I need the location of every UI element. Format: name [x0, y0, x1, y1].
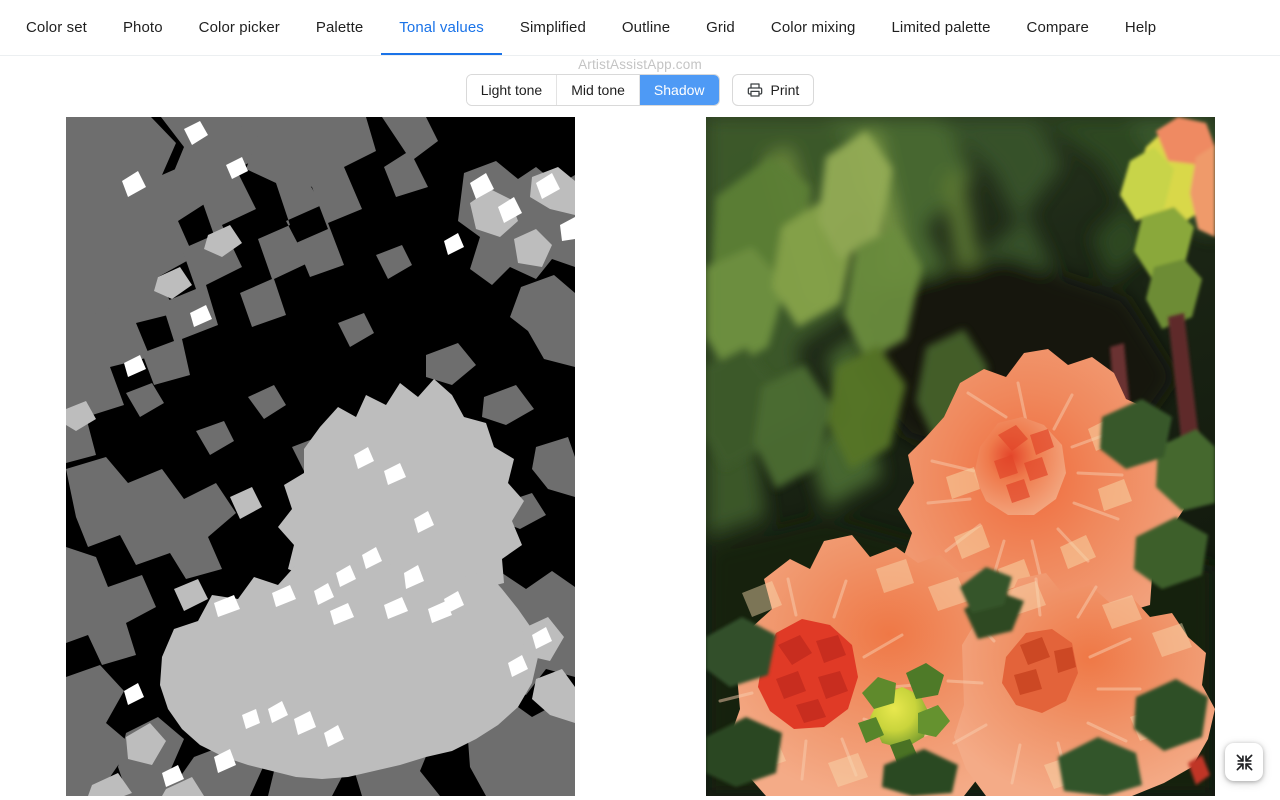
nav-tab-tonal-values[interactable]: Tonal values	[381, 0, 502, 55]
tone-segmented-control: Light tone Mid tone Shadow	[465, 74, 720, 106]
nav-tab-label: Help	[1124, 19, 1157, 36]
tone-button-light[interactable]: Light tone	[466, 75, 558, 105]
nav-tab-label: Compare	[1026, 19, 1089, 36]
nav-tab-label: Grid	[706, 19, 735, 36]
nav-tab-label: Color picker	[198, 19, 280, 36]
tone-button-mid[interactable]: Mid tone	[557, 75, 640, 105]
site-watermark: ArtistAssistApp.com	[578, 57, 702, 72]
print-button[interactable]: Print	[731, 74, 815, 106]
tonal-values-image	[65, 117, 575, 796]
nav-tab-palette[interactable]: Palette	[298, 0, 381, 55]
nav-tab-limited-palette[interactable]: Limited palette	[873, 0, 1008, 55]
image-comparison-area	[0, 108, 1280, 800]
source-photo-image	[705, 117, 1215, 796]
nav-tab-label: Color mixing	[770, 19, 856, 36]
arrows-pointing-in-icon	[1235, 753, 1254, 772]
nav-tab-label: Color set	[26, 19, 87, 36]
collapse-button[interactable]	[1225, 743, 1263, 781]
nav-tab-simplified[interactable]: Simplified	[502, 0, 604, 55]
nav-tab-label: Limited palette	[891, 19, 991, 36]
nav-tab-label: Outline	[621, 19, 671, 36]
nav-tab-color-mixing[interactable]: Color mixing	[753, 0, 874, 55]
toolbar-region: ArtistAssistApp.com Light tone Mid tone …	[0, 56, 1280, 108]
nav-tab-color-picker[interactable]: Color picker	[181, 0, 298, 55]
nav-tab-label: Photo	[122, 19, 163, 36]
nav-tab-photo[interactable]: Photo	[105, 0, 181, 55]
printer-icon	[747, 82, 763, 98]
nav-tab-compare[interactable]: Compare	[1009, 0, 1107, 55]
nav-tab-grid[interactable]: Grid	[688, 0, 753, 55]
nav-tab-color-set[interactable]: Color set	[8, 0, 105, 55]
tone-button-shadow[interactable]: Shadow	[639, 75, 719, 105]
nav-tab-outline[interactable]: Outline	[604, 0, 688, 55]
nav-tab-help[interactable]: Help	[1107, 0, 1174, 55]
nav-tab-label: Tonal values	[399, 19, 484, 36]
source-photo-pane[interactable]	[705, 117, 1215, 796]
tonal-values-pane[interactable]	[65, 117, 575, 796]
print-button-label: Print	[770, 82, 800, 98]
nav-tab-label: Simplified	[519, 19, 586, 36]
tone-toolbar: Light tone Mid tone Shadow Print	[0, 74, 1280, 106]
nav-tab-label: Palette	[315, 19, 364, 36]
main-navigation: Color set Photo Color picker Palette Ton…	[0, 0, 1280, 56]
